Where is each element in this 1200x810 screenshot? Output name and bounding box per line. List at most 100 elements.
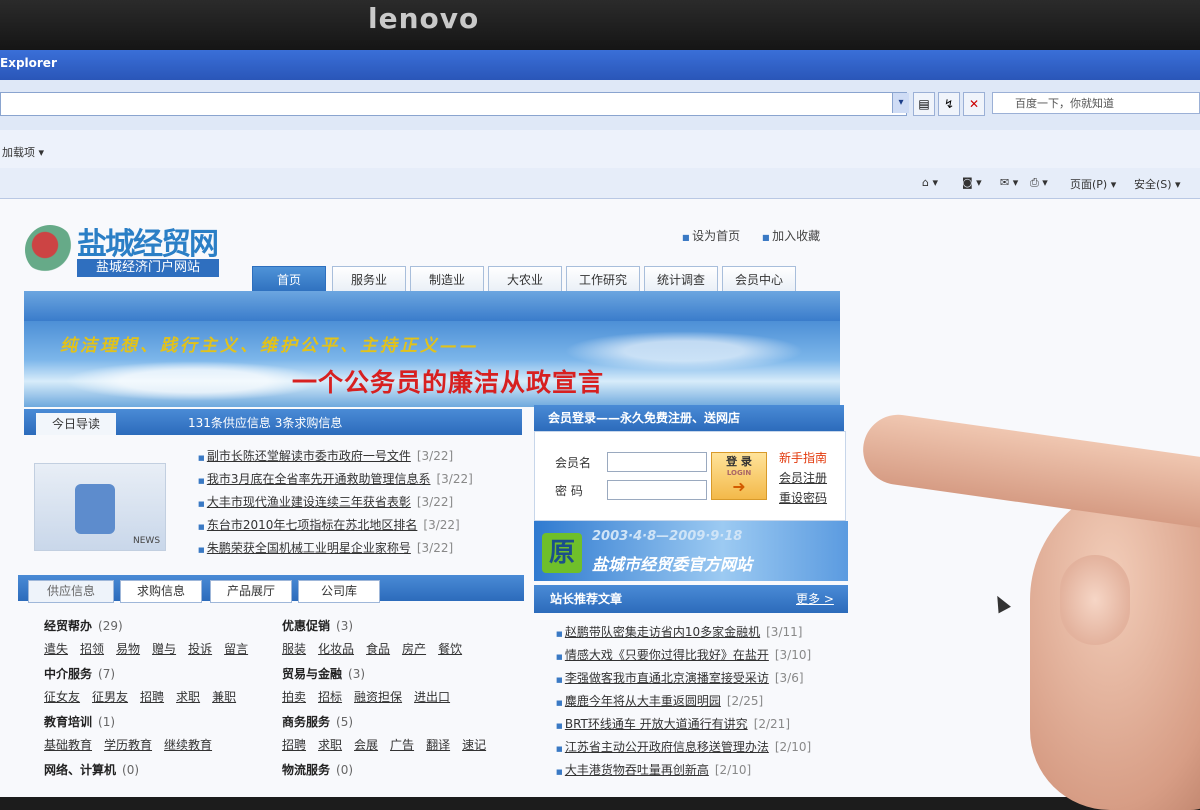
monitor-screen: Explorer ▾ ▤ ↯ ✕ 百度一下，你就知道 加载项 ▾ ⌂ ▾ ◙ ▾… xyxy=(0,50,1200,797)
news-date: [3/22] xyxy=(436,472,473,486)
news-title[interactable]: 我市3月底在全省率先开通救助管理信息系 xyxy=(207,472,431,486)
category-link[interactable]: 房产 xyxy=(402,642,426,656)
tab-products[interactable]: 产品展厅 xyxy=(210,580,292,603)
category-link[interactable]: 招领 xyxy=(80,642,104,656)
password-input[interactable] xyxy=(607,480,707,500)
category-link[interactable]: 征女友 xyxy=(44,690,80,704)
category-link[interactable]: 招聘 xyxy=(140,690,164,704)
category-link[interactable]: 赠与 xyxy=(152,642,176,656)
recommend-item[interactable]: BRT环线通车 开放大道通行有讲究 [2/21] xyxy=(556,715,811,738)
recommend-item-title[interactable]: 麋鹿今年将从大丰重返圆明园 xyxy=(565,694,721,708)
news-title[interactable]: 朱鹏荣获全国机械工业明星企业家称号 xyxy=(207,541,411,555)
category-link[interactable]: 招聘 xyxy=(282,738,306,752)
category-link[interactable]: 遣失 xyxy=(44,642,68,656)
recommend-item[interactable]: 情感大戏《只要你过得比我好》在盐开 [3/10] xyxy=(556,646,811,669)
category-link[interactable]: 学历教育 xyxy=(104,738,152,752)
category-link[interactable]: 求职 xyxy=(176,690,200,704)
nav-tab-home[interactable]: 首页 xyxy=(252,266,326,293)
news-item[interactable]: 东台市2010年七项指标在苏北地区排名 [3/22] xyxy=(198,516,473,539)
feeds-icon[interactable]: ◙ ▾ xyxy=(962,176,982,189)
register-link[interactable]: 会员注册 xyxy=(779,468,827,488)
category-title[interactable]: 贸易与金融 xyxy=(282,667,342,681)
add-favorite-link[interactable]: 加入收藏 xyxy=(762,229,820,243)
news-item[interactable]: 副市长陈还堂解读市委市政府一号文件 [3/22] xyxy=(198,447,473,470)
category-title[interactable]: 教育培训 xyxy=(44,715,92,729)
category-link[interactable]: 招标 xyxy=(318,690,342,704)
category-title[interactable]: 网络、计算机 xyxy=(44,763,116,777)
category-title[interactable]: 物流服务 xyxy=(282,763,330,777)
refresh-icon[interactable]: ↯ xyxy=(938,92,960,116)
category-link[interactable]: 拍卖 xyxy=(282,690,306,704)
stop-icon[interactable]: ✕ xyxy=(963,92,985,116)
login-button[interactable]: 登 录 LOGIN ➜ xyxy=(711,452,767,500)
search-input[interactable]: 百度一下，你就知道 xyxy=(992,92,1200,114)
addons-menu[interactable]: 加载项 ▾ xyxy=(2,144,44,160)
recommend-item[interactable]: 李强做客我市直通北京演播室接受采访 [3/6] xyxy=(556,669,811,692)
category-link[interactable]: 餐饮 xyxy=(438,642,462,656)
recommend-item-title[interactable]: 江苏省主动公开政府信息移送管理办法 xyxy=(565,740,769,754)
nav-tab-services[interactable]: 服务业 xyxy=(332,266,406,293)
member-input[interactable] xyxy=(607,452,707,472)
page-menu[interactable]: 页面(P) ▾ xyxy=(1070,176,1116,192)
category-link[interactable]: 投诉 xyxy=(188,642,212,656)
category-link[interactable]: 兼职 xyxy=(212,690,236,704)
news-title[interactable]: 东台市2010年七项指标在苏北地区排名 xyxy=(207,518,418,532)
safety-menu[interactable]: 安全(S) ▾ xyxy=(1134,176,1181,192)
daily-reading-tab[interactable]: 今日导读 xyxy=(36,413,116,435)
nav-tab-statistics[interactable]: 统计调查 xyxy=(644,266,718,293)
print-icon[interactable]: ⎙ ▾ xyxy=(1030,176,1048,190)
address-bar[interactable] xyxy=(0,92,907,116)
set-homepage-link[interactable]: 设为首页 xyxy=(682,229,740,243)
category-link[interactable]: 食品 xyxy=(366,642,390,656)
banner: 纯洁理想、践行主义、维护公平、主持正义—— 一个公务员的廉洁从政宣言 xyxy=(24,321,840,407)
home-icon[interactable]: ⌂ ▾ xyxy=(922,176,938,189)
tab-companies[interactable]: 公司库 xyxy=(298,580,380,603)
category-link[interactable]: 速记 xyxy=(462,738,486,752)
reset-password-link[interactable]: 重设密码 xyxy=(779,488,827,508)
category-link[interactable]: 留言 xyxy=(224,642,248,656)
recommend-item-title[interactable]: 情感大戏《只要你过得比我好》在盐开 xyxy=(565,648,769,662)
news-title[interactable]: 大丰市现代渔业建设连续三年获省表彰 xyxy=(207,495,411,509)
category-title[interactable]: 经贸帮办 xyxy=(44,619,92,633)
category-link[interactable]: 征男友 xyxy=(92,690,128,704)
category-link[interactable]: 继续教育 xyxy=(164,738,212,752)
nav-tab-manufacturing[interactable]: 制造业 xyxy=(410,266,484,293)
category-link[interactable]: 化妆品 xyxy=(318,642,354,656)
category-link[interactable]: 进出口 xyxy=(414,690,450,704)
compat-view-icon[interactable]: ▤ xyxy=(913,92,935,116)
recommend-item-title[interactable]: 李强做客我市直通北京演播室接受采访 xyxy=(565,671,769,685)
news-item[interactable]: 朱鹏荣获全国机械工业明星企业家称号 [3/22] xyxy=(198,539,473,562)
recommend-item[interactable]: 大丰港货物吞吐量再创新高 [2/10] xyxy=(556,761,811,784)
news-item[interactable]: 大丰市现代渔业建设连续三年获省表彰 [3/22] xyxy=(198,493,473,516)
beginner-guide-link[interactable]: 新手指南 xyxy=(779,448,827,468)
recommend-item-title[interactable]: 赵鹏带队密集走访省内10多家金融机 xyxy=(565,625,760,639)
news-item[interactable]: 我市3月底在全省率先开通救助管理信息系 [3/22] xyxy=(198,470,473,493)
category-link[interactable]: 翻译 xyxy=(426,738,450,752)
category-link[interactable]: 服装 xyxy=(282,642,306,656)
nav-tab-research[interactable]: 工作研究 xyxy=(566,266,640,293)
recommend-item[interactable]: 麋鹿今年将从大丰重返圆明园 [2/25] xyxy=(556,692,811,715)
category-link[interactable]: 易物 xyxy=(116,642,140,656)
more-link[interactable]: 更多 > xyxy=(796,585,834,613)
recommend-item-title[interactable]: BRT环线通车 开放大道通行有讲究 xyxy=(565,717,748,731)
nav-tab-members[interactable]: 会员中心 xyxy=(722,266,796,293)
category-title[interactable]: 优惠促销 xyxy=(282,619,330,633)
recommend-item[interactable]: 赵鹏带队密集走访省内10多家金融机 [3/11] xyxy=(556,623,811,646)
category-title[interactable]: 中介服务 xyxy=(44,667,92,681)
address-dropdown-icon[interactable]: ▾ xyxy=(892,93,909,113)
nav-tab-agriculture[interactable]: 大农业 xyxy=(488,266,562,293)
news-title[interactable]: 副市长陈还堂解读市委市政府一号文件 xyxy=(207,449,411,463)
recommend-item-title[interactable]: 大丰港货物吞吐量再创新高 xyxy=(565,763,709,777)
category-title[interactable]: 商务服务 xyxy=(282,715,330,729)
category-link[interactable]: 基础教育 xyxy=(44,738,92,752)
category-link[interactable]: 会展 xyxy=(354,738,378,752)
category-link[interactable]: 求职 xyxy=(318,738,342,752)
site-logo[interactable]: 盐城经贸网 盐城经济门户网站 xyxy=(25,219,220,277)
anniversary-banner[interactable]: 原 2003·4·8—2009·9·18 盐城市经贸委官方网站 xyxy=(534,521,848,581)
mail-icon[interactable]: ✉ ▾ xyxy=(1000,176,1018,189)
tab-demand[interactable]: 求购信息 xyxy=(120,580,202,603)
tab-supply[interactable]: 供应信息 xyxy=(28,580,114,603)
category-link[interactable]: 融资担保 xyxy=(354,690,402,704)
recommend-item[interactable]: 江苏省主动公开政府信息移送管理办法 [2/10] xyxy=(556,738,811,761)
category-link[interactable]: 广告 xyxy=(390,738,414,752)
